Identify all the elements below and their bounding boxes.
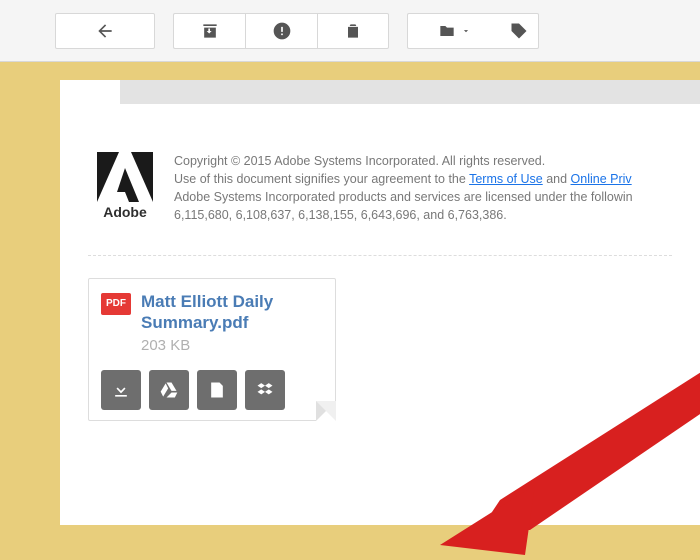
license-line: Adobe Systems Incorporated products and … xyxy=(174,188,633,206)
email-content: Adobe Copyright © 2015 Adobe Systems Inc… xyxy=(60,80,700,525)
email-footer: Adobe Copyright © 2015 Adobe Systems Inc… xyxy=(60,152,700,225)
spam-button[interactable] xyxy=(245,13,317,49)
attachment-filename: Matt Elliott Daily Summary.pdf xyxy=(141,291,323,334)
archive-icon xyxy=(200,21,220,41)
divider xyxy=(88,255,672,256)
save-dropbox-button[interactable] xyxy=(245,370,285,410)
save-drive-button[interactable] xyxy=(149,370,189,410)
pdf-badge-icon: PDF xyxy=(101,293,131,315)
terms-link[interactable]: Terms of Use xyxy=(469,172,543,186)
tag-icon xyxy=(509,21,529,41)
document-icon xyxy=(207,380,227,400)
dropbox-icon xyxy=(255,380,275,400)
spam-icon xyxy=(272,21,292,41)
chevron-down-icon xyxy=(461,26,471,36)
back-arrow-icon xyxy=(95,21,115,41)
copyright-line: Copyright © 2015 Adobe Systems Incorpora… xyxy=(174,152,633,170)
archive-button[interactable] xyxy=(173,13,245,49)
adobe-brand-text: Adobe xyxy=(103,204,147,220)
download-button[interactable] xyxy=(101,370,141,410)
attachment-size: 203 KB xyxy=(141,337,323,354)
toolbar xyxy=(0,0,700,62)
quoted-bar xyxy=(120,80,700,104)
toolbar-group xyxy=(173,13,389,49)
save-docs-button[interactable] xyxy=(197,370,237,410)
toolbar-group-2 xyxy=(407,13,539,49)
dog-ear-corner xyxy=(316,401,336,421)
folder-icon xyxy=(437,21,457,41)
labels-button[interactable] xyxy=(499,13,539,49)
trash-icon xyxy=(343,21,363,41)
attachment-card[interactable]: PDF Matt Elliott Daily Summary.pdf 203 K… xyxy=(88,278,336,422)
patents-line: 6,115,680, 6,108,637, 6,138,155, 6,643,6… xyxy=(174,206,633,224)
adobe-logo: Adobe xyxy=(90,152,160,224)
download-icon xyxy=(111,380,131,400)
adobe-a-icon xyxy=(97,152,153,202)
privacy-link[interactable]: Online Priv xyxy=(571,172,632,186)
back-button[interactable] xyxy=(55,13,155,49)
attachment-actions xyxy=(101,370,323,410)
delete-button[interactable] xyxy=(317,13,389,49)
annotation-arrow-icon xyxy=(440,330,700,560)
move-to-button[interactable] xyxy=(407,13,499,49)
legal-text: Copyright © 2015 Adobe Systems Incorpora… xyxy=(174,152,633,225)
google-drive-icon xyxy=(159,380,179,400)
terms-line: Use of this document signifies your agre… xyxy=(174,170,633,188)
attachment-header: PDF Matt Elliott Daily Summary.pdf xyxy=(101,291,323,334)
